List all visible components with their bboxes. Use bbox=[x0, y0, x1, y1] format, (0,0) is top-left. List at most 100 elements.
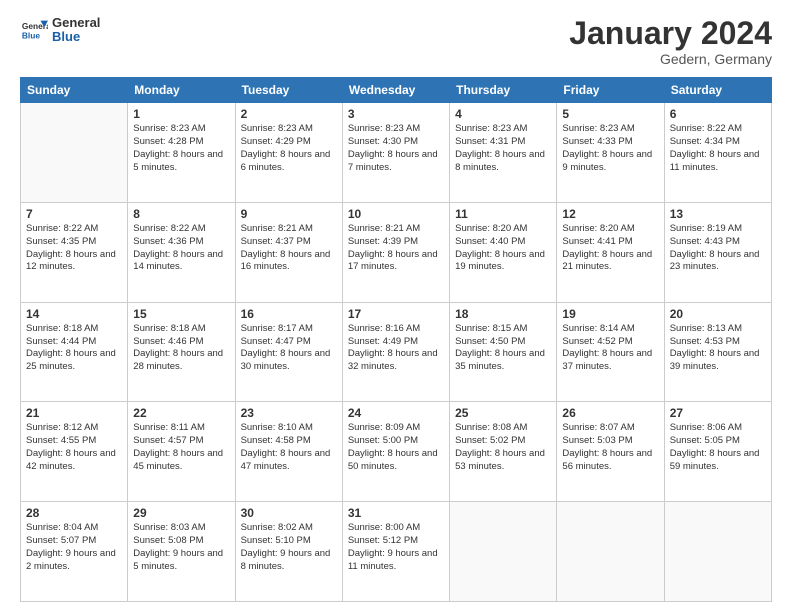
day-number: 16 bbox=[241, 307, 337, 321]
day-number: 17 bbox=[348, 307, 444, 321]
calendar-day-cell: 23 Sunrise: 8:10 AM Sunset: 4:58 PM Dayli… bbox=[235, 402, 342, 502]
calendar-day-cell: 2Sunrise: 8:23 AM Sunset: 4:29 PM Daylig… bbox=[235, 103, 342, 203]
day-number: 19 bbox=[562, 307, 658, 321]
calendar-day-cell: 6Sunrise: 8:22 AM Sunset: 4:34 PM Daylig… bbox=[664, 103, 771, 203]
day-number: 6 bbox=[670, 107, 766, 121]
day-info: Sunrise: 8:08 AM Sunset: 5:02 PM Dayligh… bbox=[455, 422, 551, 473]
calendar-day-cell: 17 Sunrise: 8:16 AM Sunset: 4:49 PM Dayli… bbox=[342, 302, 449, 402]
day-number: 7 bbox=[26, 207, 122, 221]
calendar-day-cell: 7 Sunrise: 8:22 AM Sunset: 4:35 PM Daylig… bbox=[21, 202, 128, 302]
day-number: 3 bbox=[348, 107, 444, 121]
day-number: 27 bbox=[670, 406, 766, 420]
day-info: Sunrise: 8:03 AM Sunset: 5:08 PM Dayligh… bbox=[133, 522, 229, 573]
day-info: Sunrise: 8:21 AM Sunset: 4:39 PM Dayligh… bbox=[348, 223, 444, 274]
day-number: 4 bbox=[455, 107, 551, 121]
calendar-table: SundayMondayTuesdayWednesdayThursdayFrid… bbox=[20, 77, 772, 602]
calendar-day-cell: 20Sunrise: 8:13 AM Sunset: 4:53 PM Dayli… bbox=[664, 302, 771, 402]
weekday-header: Sunday bbox=[21, 78, 128, 103]
day-number: 22 bbox=[133, 406, 229, 420]
day-info: Sunrise: 8:23 AM Sunset: 4:33 PM Dayligh… bbox=[562, 123, 658, 174]
calendar-day-cell: 8 Sunrise: 8:22 AM Sunset: 4:36 PM Daylig… bbox=[128, 202, 235, 302]
calendar-day-cell: 18 Sunrise: 8:15 AM Sunset: 4:50 PM Dayli… bbox=[450, 302, 557, 402]
day-info: Sunrise: 8:02 AM Sunset: 5:10 PM Dayligh… bbox=[241, 522, 337, 573]
day-info: Sunrise: 8:09 AM Sunset: 5:00 PM Dayligh… bbox=[348, 422, 444, 473]
calendar-day-cell: 29Sunrise: 8:03 AM Sunset: 5:08 PM Dayli… bbox=[128, 502, 235, 602]
calendar-day-cell: 12Sunrise: 8:20 AM Sunset: 4:41 PM Dayli… bbox=[557, 202, 664, 302]
calendar-day-cell: 25Sunrise: 8:08 AM Sunset: 5:02 PM Dayli… bbox=[450, 402, 557, 502]
calendar-week-row: 7 Sunrise: 8:22 AM Sunset: 4:35 PM Daylig… bbox=[21, 202, 772, 302]
logo: General Blue General Blue bbox=[20, 16, 100, 45]
calendar-day-cell: 27Sunrise: 8:06 AM Sunset: 5:05 PM Dayli… bbox=[664, 402, 771, 502]
weekday-header: Tuesday bbox=[235, 78, 342, 103]
weekday-header: Thursday bbox=[450, 78, 557, 103]
day-info: Sunrise: 8:00 AM Sunset: 5:12 PM Dayligh… bbox=[348, 522, 444, 573]
calendar-day-cell: 22 Sunrise: 8:11 AM Sunset: 4:57 PM Dayli… bbox=[128, 402, 235, 502]
location: Gedern, Germany bbox=[569, 51, 772, 67]
calendar-day-cell: 11 Sunrise: 8:20 AM Sunset: 4:40 PM Dayli… bbox=[450, 202, 557, 302]
day-number: 23 bbox=[241, 406, 337, 420]
weekday-header: Monday bbox=[128, 78, 235, 103]
day-info: Sunrise: 8:17 AM Sunset: 4:47 PM Dayligh… bbox=[241, 323, 337, 374]
calendar-day-cell: 10 Sunrise: 8:21 AM Sunset: 4:39 PM Dayli… bbox=[342, 202, 449, 302]
day-number: 11 bbox=[455, 207, 551, 221]
calendar-body: 1 Sunrise: 8:23 AM Sunset: 4:28 PM Daylig… bbox=[21, 103, 772, 602]
day-info: Sunrise: 8:20 AM Sunset: 4:40 PM Dayligh… bbox=[455, 223, 551, 274]
logo-icon: General Blue bbox=[20, 16, 48, 44]
day-number: 8 bbox=[133, 207, 229, 221]
day-info: Sunrise: 8:22 AM Sunset: 4:35 PM Dayligh… bbox=[26, 223, 122, 274]
calendar-day-cell: 28Sunrise: 8:04 AM Sunset: 5:07 PM Dayli… bbox=[21, 502, 128, 602]
day-number: 1 bbox=[133, 107, 229, 121]
day-number: 30 bbox=[241, 506, 337, 520]
day-info: Sunrise: 8:23 AM Sunset: 4:28 PM Dayligh… bbox=[133, 123, 229, 174]
day-info: Sunrise: 8:15 AM Sunset: 4:50 PM Dayligh… bbox=[455, 323, 551, 374]
calendar-day-cell bbox=[21, 103, 128, 203]
day-info: Sunrise: 8:12 AM Sunset: 4:55 PM Dayligh… bbox=[26, 422, 122, 473]
calendar-day-cell: 24 Sunrise: 8:09 AM Sunset: 5:00 PM Dayli… bbox=[342, 402, 449, 502]
weekday-header: Wednesday bbox=[342, 78, 449, 103]
day-number: 24 bbox=[348, 406, 444, 420]
calendar-day-cell: 3Sunrise: 8:23 AM Sunset: 4:30 PM Daylig… bbox=[342, 103, 449, 203]
header: General Blue General Blue January 2024 G… bbox=[20, 16, 772, 67]
day-number: 28 bbox=[26, 506, 122, 520]
day-info: Sunrise: 8:23 AM Sunset: 4:29 PM Dayligh… bbox=[241, 123, 337, 174]
calendar-day-cell: 4Sunrise: 8:23 AM Sunset: 4:31 PM Daylig… bbox=[450, 103, 557, 203]
weekday-row: SundayMondayTuesdayWednesdayThursdayFrid… bbox=[21, 78, 772, 103]
logo-general: General bbox=[52, 16, 100, 30]
calendar-week-row: 1 Sunrise: 8:23 AM Sunset: 4:28 PM Daylig… bbox=[21, 103, 772, 203]
calendar-day-cell: 16 Sunrise: 8:17 AM Sunset: 4:47 PM Dayli… bbox=[235, 302, 342, 402]
title-block: January 2024 Gedern, Germany bbox=[569, 16, 772, 67]
calendar-day-cell: 13 Sunrise: 8:19 AM Sunset: 4:43 PM Dayli… bbox=[664, 202, 771, 302]
calendar-page: General Blue General Blue January 2024 G… bbox=[0, 0, 792, 612]
calendar-day-cell: 26 Sunrise: 8:07 AM Sunset: 5:03 PM Dayli… bbox=[557, 402, 664, 502]
calendar-week-row: 21Sunrise: 8:12 AM Sunset: 4:55 PM Dayli… bbox=[21, 402, 772, 502]
day-info: Sunrise: 8:21 AM Sunset: 4:37 PM Dayligh… bbox=[241, 223, 337, 274]
day-number: 5 bbox=[562, 107, 658, 121]
calendar-day-cell bbox=[557, 502, 664, 602]
day-number: 31 bbox=[348, 506, 444, 520]
day-number: 10 bbox=[348, 207, 444, 221]
calendar-day-cell: 1 Sunrise: 8:23 AM Sunset: 4:28 PM Daylig… bbox=[128, 103, 235, 203]
day-info: Sunrise: 8:19 AM Sunset: 4:43 PM Dayligh… bbox=[670, 223, 766, 274]
day-info: Sunrise: 8:13 AM Sunset: 4:53 PM Dayligh… bbox=[670, 323, 766, 374]
day-info: Sunrise: 8:20 AM Sunset: 4:41 PM Dayligh… bbox=[562, 223, 658, 274]
day-info: Sunrise: 8:16 AM Sunset: 4:49 PM Dayligh… bbox=[348, 323, 444, 374]
calendar-day-cell: 21Sunrise: 8:12 AM Sunset: 4:55 PM Dayli… bbox=[21, 402, 128, 502]
day-info: Sunrise: 8:07 AM Sunset: 5:03 PM Dayligh… bbox=[562, 422, 658, 473]
day-number: 13 bbox=[670, 207, 766, 221]
day-info: Sunrise: 8:22 AM Sunset: 4:36 PM Dayligh… bbox=[133, 223, 229, 274]
day-info: Sunrise: 8:11 AM Sunset: 4:57 PM Dayligh… bbox=[133, 422, 229, 473]
logo-blue: Blue bbox=[52, 30, 100, 44]
day-info: Sunrise: 8:10 AM Sunset: 4:58 PM Dayligh… bbox=[241, 422, 337, 473]
day-number: 26 bbox=[562, 406, 658, 420]
day-number: 18 bbox=[455, 307, 551, 321]
weekday-header: Saturday bbox=[664, 78, 771, 103]
calendar-day-cell bbox=[664, 502, 771, 602]
calendar-day-cell: 30 Sunrise: 8:02 AM Sunset: 5:10 PM Dayli… bbox=[235, 502, 342, 602]
day-info: Sunrise: 8:14 AM Sunset: 4:52 PM Dayligh… bbox=[562, 323, 658, 374]
calendar-week-row: 14Sunrise: 8:18 AM Sunset: 4:44 PM Dayli… bbox=[21, 302, 772, 402]
calendar-day-cell: 9Sunrise: 8:21 AM Sunset: 4:37 PM Daylig… bbox=[235, 202, 342, 302]
month-title: January 2024 bbox=[569, 16, 772, 51]
day-info: Sunrise: 8:18 AM Sunset: 4:46 PM Dayligh… bbox=[133, 323, 229, 374]
day-number: 14 bbox=[26, 307, 122, 321]
weekday-header: Friday bbox=[557, 78, 664, 103]
